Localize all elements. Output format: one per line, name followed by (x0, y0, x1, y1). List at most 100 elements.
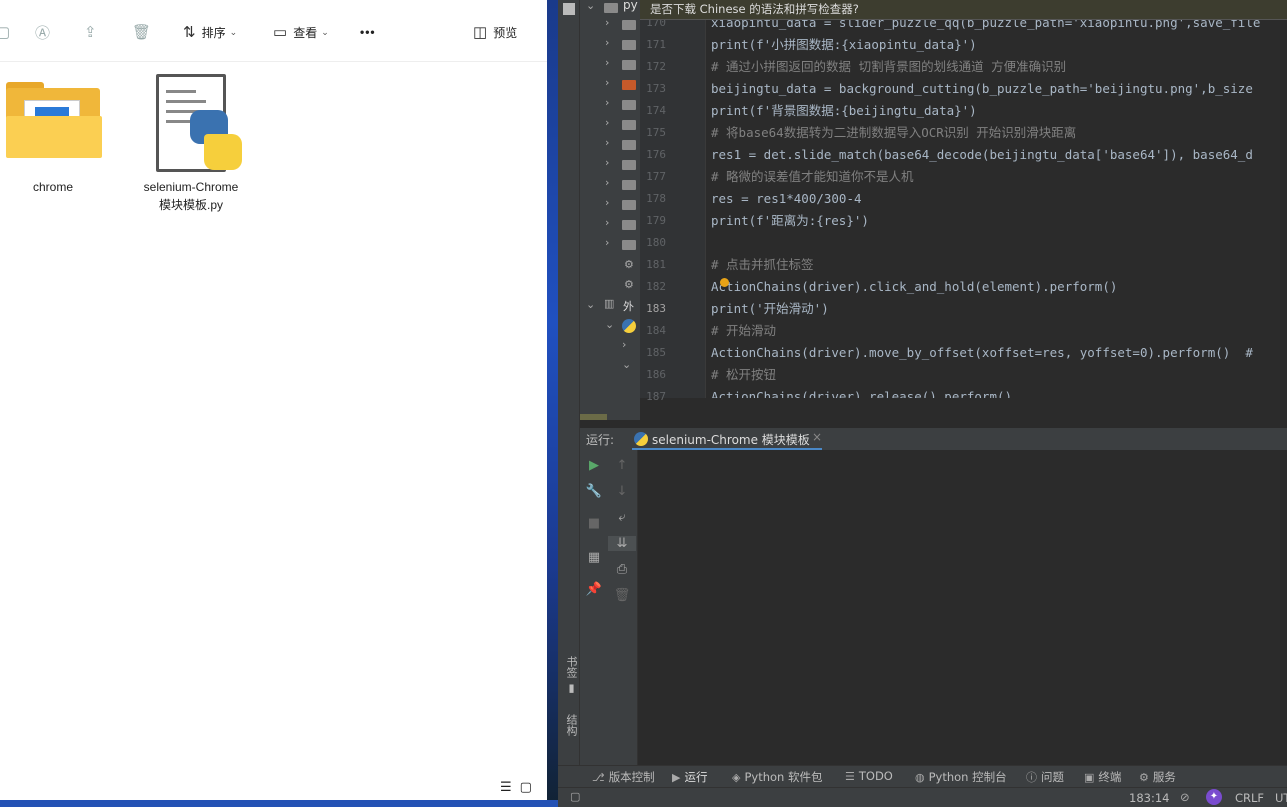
bookmark-icon: ▮ (565, 681, 578, 695)
chevron-down-icon: ⌄ (229, 26, 238, 37)
caret-position[interactable]: 183:14 (1129, 791, 1169, 805)
view-toggle-group: ☰ ▢ (500, 780, 545, 798)
horizontal-scrollbar[interactable] (580, 414, 607, 420)
tree-row[interactable]: › (580, 34, 640, 54)
more-options-button[interactable]: ••• (360, 20, 376, 44)
tree-row[interactable]: › (580, 94, 640, 114)
tab-label: Python 控制台 (928, 770, 1007, 784)
run-console-output[interactable] (638, 450, 1287, 765)
tab-label: 服务 (1152, 770, 1176, 784)
chevron-right-icon: › (605, 76, 610, 89)
trash-icon[interactable]: 🗑 (608, 588, 636, 603)
code-line: print(f'小拼图数据:{xiaopintu_data}') (711, 37, 977, 52)
line-number: 178 (646, 192, 666, 205)
folder-icon (4, 78, 102, 160)
tab-label: 终端 (1098, 770, 1122, 784)
toggle-panels-icon[interactable]: ▢ (570, 790, 580, 803)
chevron-right-icon: › (605, 96, 610, 109)
cut-icon[interactable]: ▢ (0, 20, 16, 44)
code-line: res = res1*400/300-4 (711, 191, 862, 206)
tree-row[interactable]: › (580, 154, 640, 174)
tab-services[interactable]: ⚙ 服务 (1139, 769, 1176, 785)
folder-icon (622, 240, 636, 250)
todo-icon: ☰ (845, 769, 855, 783)
tiles-view-icon[interactable]: ▢ (520, 780, 532, 798)
sort-button[interactable]: ⇅ 排序 ⌄ (183, 20, 237, 44)
tab-problems[interactable]: ⓘ 问题 (1026, 769, 1064, 785)
tree-row[interactable]: ⌄ (580, 316, 640, 336)
tree-row[interactable]: › (580, 74, 640, 94)
intention-bulb-icon[interactable] (720, 278, 729, 287)
tree-row-external-libs[interactable]: ⌄ ▥ 外 (580, 296, 640, 316)
tree-row[interactable]: › (580, 214, 640, 234)
tree-row[interactable]: ⌄ (580, 356, 640, 376)
chevron-right-icon: › (605, 216, 610, 229)
packages-icon: ◈ (732, 770, 741, 784)
line-number: 184 (646, 324, 666, 337)
code-comment: # 开始滑动 (711, 323, 777, 338)
file-item-chrome[interactable]: chrome (0, 78, 106, 194)
file-name: chrome (32, 180, 73, 194)
line-separator[interactable]: CRLF (1235, 791, 1264, 805)
down-arrow-icon[interactable]: ↓ (608, 484, 636, 499)
project-tree: ⌄ py › › › › › › › › › › › › ⚙ ⚙ ⌄ ▥ 外 ⌄… (580, 0, 640, 420)
git-branch-icon: ⎇ (592, 770, 605, 784)
bookmarks-tab[interactable]: 书签 ▮ (563, 656, 579, 695)
tab-todo[interactable]: ☰ TODO (845, 769, 893, 783)
tree-row[interactable]: › (580, 194, 640, 214)
structure-tab[interactable]: 结构 (563, 714, 579, 736)
run-tab-name[interactable]: selenium-Chrome 模块模板 (652, 431, 810, 448)
file-item-selenium-chrome[interactable]: selenium-Chrome 模块模板.py (138, 72, 244, 213)
project-icon[interactable] (563, 3, 575, 15)
tree-root-label: py (623, 0, 638, 12)
code-comment: # 通过小拼图返回的数据 切割背景图的划线通道 方便准确识别 (711, 59, 1067, 74)
code-comment: # 点击并抓住标签 (711, 257, 814, 272)
folder-icon (622, 200, 636, 210)
preview-button[interactable]: ◫ 预览 (473, 20, 517, 44)
up-arrow-icon[interactable]: ↑ (608, 458, 636, 473)
code-editor[interactable]: xiaopintu_data = slider_puzzle_qq(b_puzz… (706, 0, 1287, 398)
line-number: 187 (646, 390, 666, 403)
tree-row[interactable]: ⚙ (580, 276, 640, 296)
tree-row[interactable]: ⚙ (580, 256, 640, 276)
structure-label: 结构 (565, 714, 578, 736)
rename-icon[interactable]: Ⓐ (35, 20, 56, 44)
no-inspection-icon[interactable]: ⊘ (1180, 790, 1190, 804)
tab-python-packages[interactable]: ◈ Python 软件包 (732, 769, 823, 785)
line-number-gutter: 170 171 172 173 174 175 176 177 178 179 … (640, 0, 706, 403)
view-button[interactable]: ▭ 查看 ⌄ (273, 20, 329, 44)
tab-version-control[interactable]: ⎇ 版本控制 (592, 769, 655, 785)
spellcheck-notification[interactable]: 是否下载 Chinese 的语法和拼写检查器? (640, 0, 1287, 20)
tree-row[interactable]: › (580, 54, 640, 74)
tab-terminal[interactable]: ▣ 终端 (1084, 769, 1121, 785)
file-icon: ⚙ (624, 278, 634, 291)
stop-icon[interactable]: ■ (580, 516, 608, 531)
tab-python-console[interactable]: ◍ Python 控制台 (915, 769, 1007, 785)
python-icon (634, 432, 648, 446)
tree-row[interactable]: › (580, 14, 640, 34)
tab-label: TODO (858, 769, 893, 783)
layout-icon[interactable]: ▦ (580, 550, 608, 565)
line-number: 181 (646, 258, 666, 271)
pin-icon[interactable]: 📌 (580, 582, 608, 597)
tree-row[interactable]: › (580, 336, 640, 356)
soft-wrap-icon[interactable]: ⤶ (608, 510, 636, 525)
chevron-down-icon: ⌄ (622, 358, 632, 371)
line-number: 175 (646, 126, 666, 139)
file-encoding[interactable]: UT (1275, 791, 1287, 805)
tree-row[interactable]: › (580, 234, 640, 254)
ai-assistant-icon[interactable]: ✦ (1206, 789, 1222, 805)
wrench-icon[interactable]: 🔧 (580, 484, 608, 499)
share-icon[interactable]: ⇪ (84, 20, 103, 44)
tab-run[interactable]: ▶ 运行 (672, 769, 707, 785)
delete-icon[interactable]: 🗑 (132, 20, 157, 44)
view-label: 查看 (293, 25, 318, 40)
print-icon[interactable]: ⎙ (608, 562, 636, 577)
close-tab-icon[interactable]: × (812, 430, 822, 444)
rerun-icon[interactable]: ▶ (580, 458, 608, 473)
scroll-to-end-icon[interactable]: ⇊ (608, 536, 636, 551)
tree-row[interactable]: › (580, 174, 640, 194)
details-view-icon[interactable]: ☰ (500, 780, 512, 798)
tree-row[interactable]: › (580, 114, 640, 134)
tree-row[interactable]: › (580, 134, 640, 154)
